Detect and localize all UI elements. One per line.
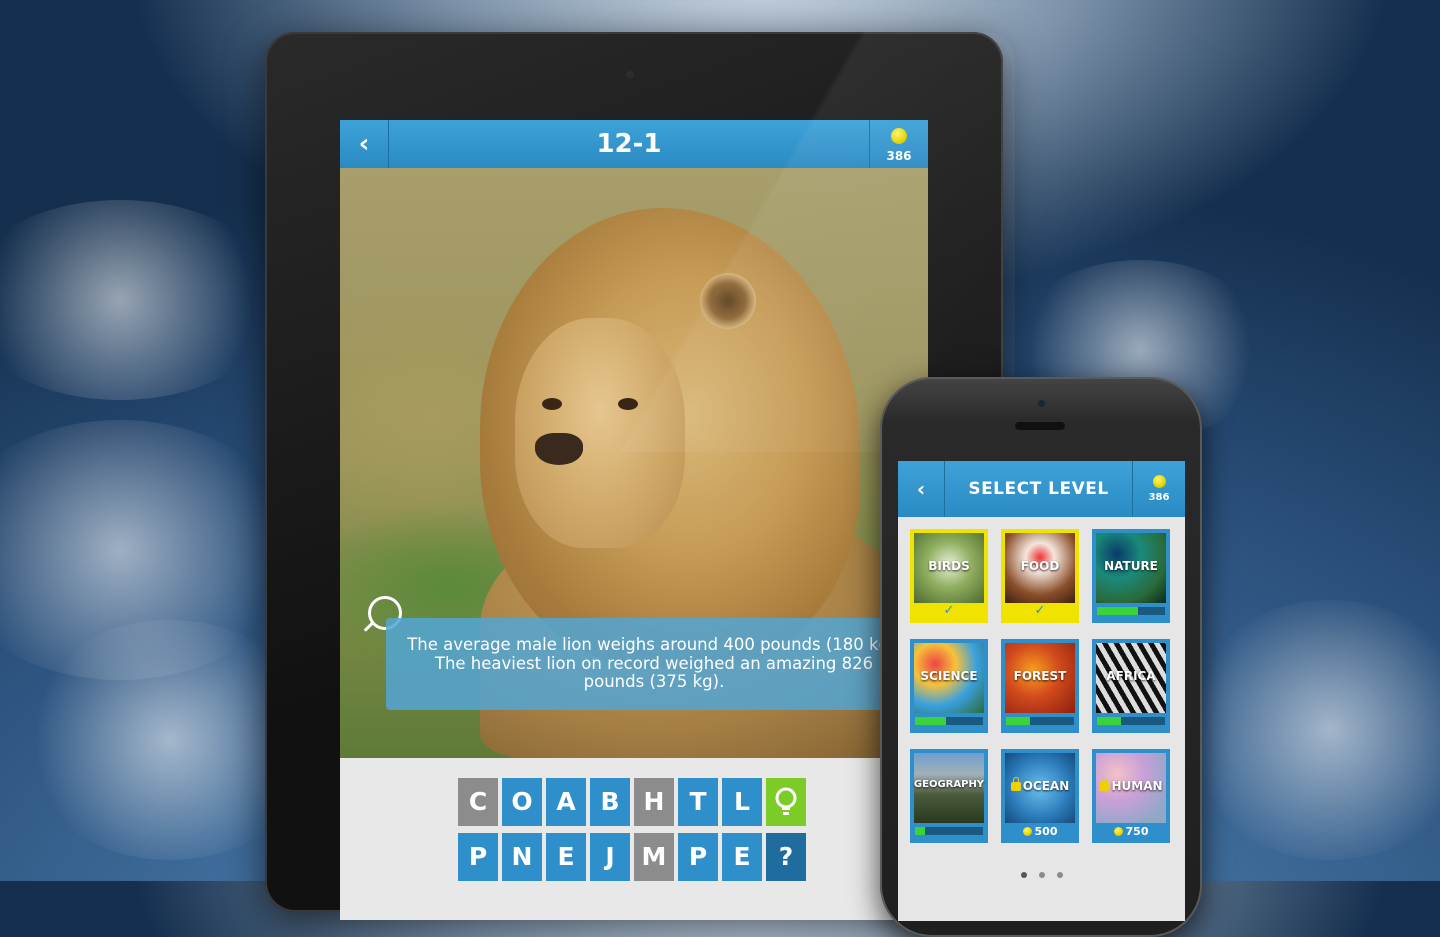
- lion-face: [515, 318, 685, 548]
- coin-counter: 386: [1132, 461, 1185, 517]
- level-label: GEOGRAPHY: [913, 779, 985, 790]
- page-dot[interactable]: [1020, 872, 1027, 878]
- lion-eye-left: [542, 398, 562, 410]
- level-tile-forest[interactable]: FOREST: [1001, 639, 1079, 733]
- progress-fill: [1097, 607, 1138, 615]
- hint-button[interactable]: [766, 778, 806, 826]
- progress-bar: [1097, 717, 1165, 725]
- progress-fill: [1006, 717, 1030, 725]
- progress-fill: [1097, 717, 1121, 725]
- coin-icon: [1022, 827, 1032, 836]
- level-tile-human[interactable]: HUMAN 750: [1092, 749, 1170, 843]
- letter-key[interactable]: M: [634, 833, 674, 881]
- page-indicator: [898, 863, 1185, 882]
- back-chevron-icon[interactable]: ‹: [898, 461, 945, 517]
- lion-ear: [700, 273, 756, 329]
- letter-key[interactable]: T: [678, 778, 718, 826]
- page-dot[interactable]: [1038, 872, 1045, 878]
- level-label: BIRDS: [928, 559, 970, 573]
- lion-nose: [535, 433, 583, 465]
- lion-eye-right: [618, 398, 638, 410]
- unlock-price: 750: [1092, 825, 1170, 838]
- coin-count: 386: [886, 149, 912, 163]
- letter-key[interactable]: B: [590, 778, 630, 826]
- back-chevron-icon[interactable]: ‹: [340, 120, 389, 168]
- lock-icon: [1010, 777, 1021, 791]
- coin-icon: [1152, 475, 1166, 488]
- level-label-wrap: OCEAN: [1001, 777, 1079, 793]
- fact-text: The average male lion weighs around 400 …: [386, 618, 922, 710]
- price-value: 750: [1125, 825, 1149, 838]
- price-value: 500: [1034, 825, 1058, 838]
- letter-key[interactable]: N: [502, 833, 542, 881]
- progress-bar: [1006, 717, 1074, 725]
- coin-count: 386: [1148, 492, 1170, 503]
- check-icon: ✓: [943, 603, 955, 618]
- coin-icon: [1113, 827, 1123, 836]
- letter-key[interactable]: J: [590, 833, 630, 881]
- tablet-header: ‹ 12-1 386: [340, 120, 928, 168]
- progress-fill: [915, 717, 946, 725]
- coin-counter: 386: [869, 120, 928, 168]
- letter-key[interactable]: A: [546, 778, 586, 826]
- phone-device: ‹ SELECT LEVEL 386 BIRDS ✓ FOOD ✓ NATURE: [880, 377, 1202, 937]
- help-button[interactable]: ?: [766, 833, 806, 881]
- puzzle-photo: The average male lion weighs around 400 …: [340, 168, 928, 758]
- letter-key[interactable]: O: [502, 778, 542, 826]
- letter-key[interactable]: E: [546, 833, 586, 881]
- progress-bar: [1097, 607, 1165, 615]
- tablet-screen: ‹ 12-1 386 The average male lion weighs …: [340, 120, 928, 920]
- level-tile-nature[interactable]: NATURE: [1092, 529, 1170, 623]
- phone-header: ‹ SELECT LEVEL 386: [898, 461, 1185, 517]
- page-dot[interactable]: [1056, 872, 1063, 878]
- letter-key[interactable]: L: [722, 778, 762, 826]
- coin-icon: [891, 128, 907, 144]
- letter-key[interactable]: P: [458, 833, 498, 881]
- phone-screen: ‹ SELECT LEVEL 386 BIRDS ✓ FOOD ✓ NATURE: [898, 461, 1185, 921]
- lock-icon: [1099, 777, 1110, 791]
- level-label: FOREST: [1013, 669, 1067, 683]
- level-label: SCIENCE: [920, 669, 978, 683]
- level-label-wrap: HUMAN: [1092, 777, 1170, 793]
- progress-bar: [915, 717, 983, 725]
- unlock-price: 500: [1001, 825, 1079, 838]
- level-tile-geography[interactable]: GEOGRAPHY: [910, 749, 988, 843]
- letter-key[interactable]: H: [634, 778, 674, 826]
- level-label: FOOD: [1020, 559, 1060, 573]
- level-label: OCEAN: [1022, 779, 1070, 793]
- letter-key[interactable]: C: [458, 778, 498, 826]
- tablet-camera: [626, 71, 634, 79]
- level-label: HUMAN: [1111, 779, 1163, 793]
- select-level-title: SELECT LEVEL: [968, 479, 1109, 499]
- level-tile-birds[interactable]: BIRDS ✓: [910, 529, 988, 623]
- level-tile-food[interactable]: FOOD ✓: [1001, 529, 1079, 623]
- letter-key[interactable]: P: [678, 833, 718, 881]
- level-label: AFRICA: [1106, 669, 1156, 683]
- level-label: NATURE: [1104, 559, 1158, 573]
- lightbulb-icon: [775, 787, 797, 815]
- level-tile-science[interactable]: SCIENCE: [910, 639, 988, 733]
- level-tile-ocean[interactable]: OCEAN 500: [1001, 749, 1079, 843]
- progress-fill: [915, 827, 926, 835]
- phone-camera: [1038, 400, 1045, 407]
- check-icon: ✓: [1034, 603, 1046, 618]
- level-title: 12-1: [596, 129, 662, 159]
- letter-key[interactable]: E: [722, 833, 762, 881]
- progress-bar: [915, 827, 983, 835]
- phone-speaker: [1015, 422, 1065, 430]
- level-tile-africa[interactable]: AFRICA: [1092, 639, 1170, 733]
